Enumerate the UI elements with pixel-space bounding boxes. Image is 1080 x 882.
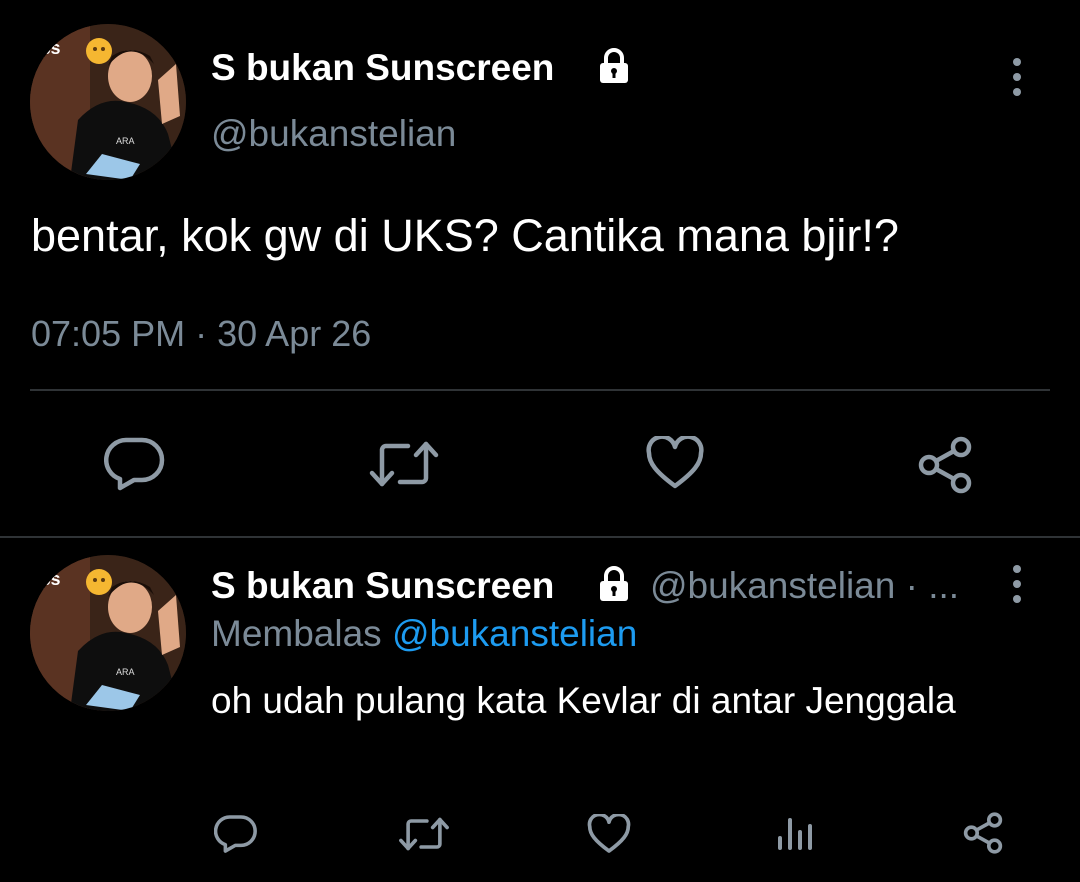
lock-icon: [594, 46, 634, 91]
reply-icon[interactable]: [104, 436, 166, 492]
avatar[interactable]: ARA ps: [30, 24, 186, 180]
reply-icon[interactable]: [214, 814, 258, 854]
divider: [30, 389, 1050, 391]
meta-separator: ·: [195, 313, 208, 354]
share-icon[interactable]: [916, 436, 974, 494]
share-icon[interactable]: [962, 812, 1004, 854]
tweet-text: oh udah pulang kata Kevlar di antar Jeng…: [211, 680, 956, 721]
user-handle[interactable]: @bukanstelian · ...: [650, 565, 959, 607]
emoji-icon: [86, 38, 112, 64]
more-options-icon[interactable]: [1010, 565, 1024, 603]
tweet-timestamp: 07:05 PM · 30 Apr 26: [31, 313, 371, 355]
more-options-icon[interactable]: [1010, 58, 1024, 96]
like-icon[interactable]: [646, 436, 704, 490]
tweet-time[interactable]: 07:05 PM: [31, 313, 185, 354]
mention-link[interactable]: @bukanstelian: [392, 613, 637, 654]
analytics-icon[interactable]: [776, 812, 816, 852]
tweet-date[interactable]: 30 Apr 26: [217, 313, 371, 354]
user-handle[interactable]: @bukanstelian: [211, 113, 456, 155]
replying-to: Membalas @bukanstelian: [211, 613, 637, 655]
retweet-icon[interactable]: [368, 440, 440, 488]
lock-icon: [594, 564, 634, 609]
display-name[interactable]: S bukan Sunscreen: [211, 47, 554, 89]
avatar-badge: ps: [40, 569, 61, 589]
tweet-separator: [0, 536, 1080, 538]
svg-text:ARA: ARA: [116, 136, 135, 146]
like-icon[interactable]: [587, 814, 631, 854]
avatar[interactable]: ARA ps: [30, 555, 186, 711]
emoji-icon: [86, 569, 112, 595]
avatar-badge: ps: [40, 38, 61, 58]
tweet-text: bentar, kok gw di UKS? Cantika mana bjir…: [31, 210, 899, 261]
replying-label: Membalas: [211, 613, 382, 654]
display-name[interactable]: S bukan Sunscreen: [211, 565, 554, 607]
retweet-icon[interactable]: [398, 816, 450, 852]
svg-text:ARA: ARA: [116, 667, 135, 677]
